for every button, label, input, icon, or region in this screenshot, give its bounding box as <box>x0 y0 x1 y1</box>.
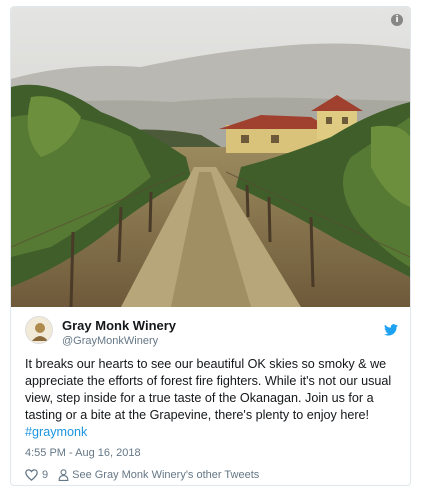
tweet-timestamp[interactable]: 4:55 PM - Aug 16, 2018 <box>25 447 141 459</box>
heart-icon[interactable] <box>25 469 38 481</box>
tweet-card[interactable]: i Gray Monk Winery @GrayMonkWinery It br… <box>10 6 411 486</box>
tweet-header: Gray Monk Winery @GrayMonkWinery <box>25 316 400 350</box>
user-handle[interactable]: @GrayMonkWinery <box>62 335 158 347</box>
other-tweets-label[interactable]: See Gray Monk Winery's other Tweets <box>72 469 259 481</box>
avatar[interactable] <box>25 316 53 344</box>
hashtag-link[interactable]: #graymonk <box>25 425 87 439</box>
other-tweets-link[interactable]: See Gray Monk Winery's other Tweets <box>58 469 259 481</box>
tweet-actions: 9 See Gray Monk Winery's other Tweets <box>25 467 259 483</box>
like-count[interactable]: 9 <box>42 469 48 481</box>
tweet-text: It breaks our hearts to see our beautifu… <box>25 356 397 441</box>
person-icon <box>58 469 69 481</box>
twitter-bird-icon[interactable] <box>384 324 398 336</box>
display-name[interactable]: Gray Monk Winery <box>62 318 176 333</box>
tweet-body: It breaks our hearts to see our beautifu… <box>25 357 392 422</box>
vineyard-photo <box>11 7 410 307</box>
tweet-photo[interactable]: i <box>11 7 410 307</box>
info-icon[interactable]: i <box>391 14 403 26</box>
